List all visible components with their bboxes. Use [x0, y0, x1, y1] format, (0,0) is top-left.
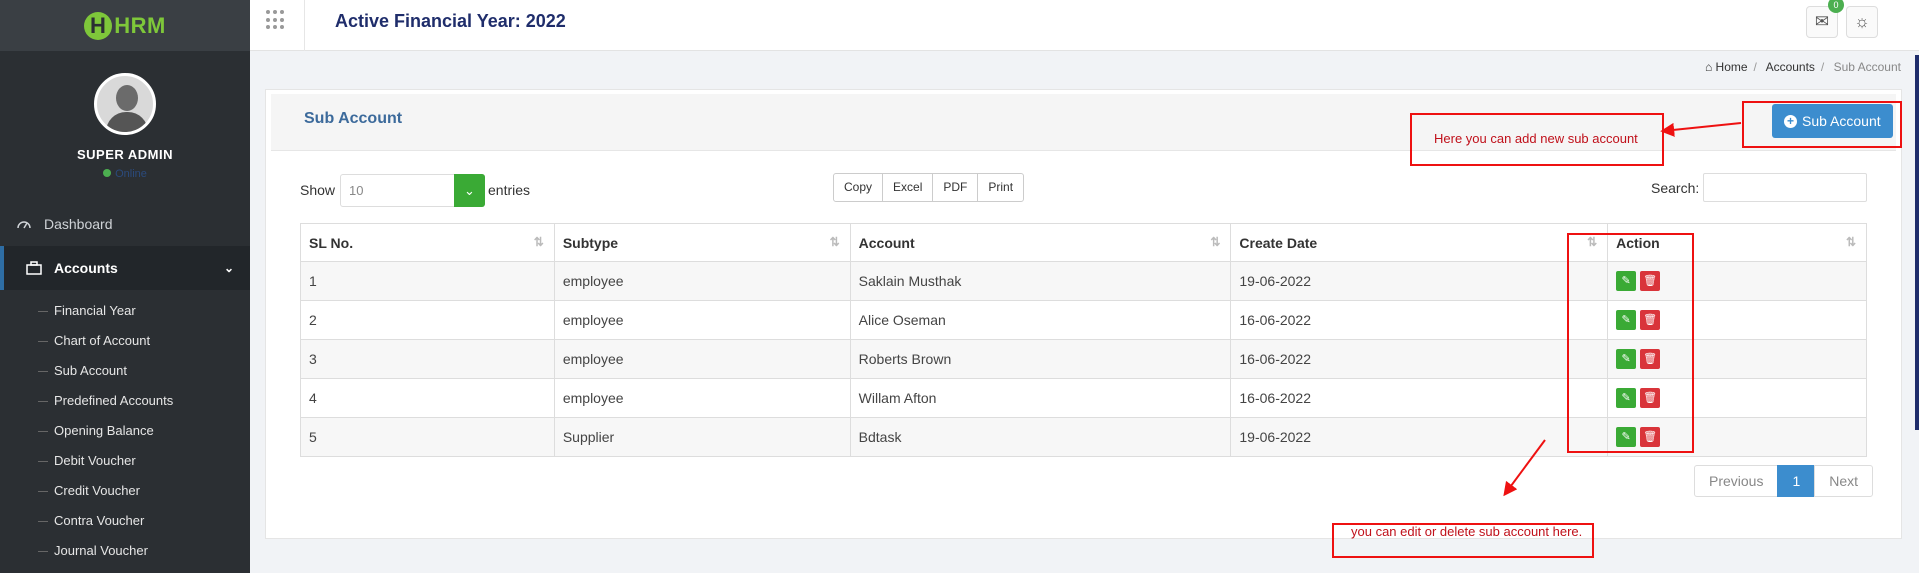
sidebar-subitem-sub-account[interactable]: Sub Account: [0, 356, 250, 386]
cell-account: Alice Oseman: [849, 300, 1232, 340]
cell-sl-no: 2: [300, 300, 555, 340]
online-status-label: Online: [115, 168, 147, 180]
cell-account: Saklain Musthak: [849, 261, 1232, 301]
sidebar-item-dashboard[interactable]: Dashboard: [0, 202, 250, 246]
column-header-subtype[interactable]: Subtype ⇅: [553, 223, 851, 262]
sort-asc-icon: ⇅: [533, 235, 544, 249]
sidebar-subitem-contra-voucher[interactable]: Contra Voucher: [0, 506, 250, 536]
search-input[interactable]: [1703, 173, 1867, 202]
profile: SUPER ADMIN Online: [0, 51, 250, 180]
entries-value: 10: [349, 183, 364, 198]
sort-icon: ⇅: [1845, 235, 1856, 249]
profile-name: SUPER ADMIN: [76, 147, 174, 162]
cell-create-date: 19-06-2022: [1230, 261, 1609, 301]
apps-grid-icon[interactable]: [266, 10, 286, 30]
cell-subtype: employee: [553, 300, 851, 340]
cell-sl-no: 3: [300, 339, 555, 379]
gear-icon[interactable]: ☼: [1846, 6, 1878, 38]
breadcrumb-current: Sub Account: [1833, 60, 1901, 74]
annotation-add-note: Here you can add new sub account: [1434, 131, 1638, 146]
cell-subtype: employee: [553, 378, 851, 418]
home-icon: ⌂: [1704, 60, 1713, 74]
header-label: SL No.: [309, 234, 354, 251]
show-label: Show: [300, 182, 336, 198]
entries-label: entries: [488, 182, 531, 198]
print-button[interactable]: Print: [977, 173, 1025, 202]
cell-create-date: 16-06-2022: [1230, 339, 1609, 379]
header-label: Create Date: [1239, 234, 1318, 251]
online-dot-icon: [103, 169, 112, 177]
entries-select[interactable]: 10 ⌄: [340, 174, 485, 207]
avatar: [94, 73, 156, 135]
logo-bar: H HRM: [0, 0, 250, 51]
sidebar-item-label: Accounts: [54, 260, 118, 276]
cell-create-date: 16-06-2022: [1230, 300, 1609, 340]
topbar: Active Financial Year: 2022 ✉ 0 ☼: [250, 0, 1919, 51]
excel-button[interactable]: Excel: [882, 173, 934, 202]
cell-account: Willam Afton: [849, 378, 1232, 418]
accounts-submenu: Financial Year Chart of Account Sub Acco…: [0, 296, 250, 566]
breadcrumb-home[interactable]: Home: [1716, 60, 1748, 74]
sidebar-item-label: Dashboard: [44, 216, 113, 232]
previous-page-button[interactable]: Previous: [1694, 465, 1779, 497]
search-label: Search:: [1651, 180, 1700, 196]
breadcrumb: ⌂ Home / Accounts / Sub Account: [1704, 60, 1901, 74]
briefcase-icon: [26, 261, 42, 275]
cell-create-date: 19-06-2022: [1230, 417, 1609, 457]
cell-sl-no: 1: [300, 261, 555, 301]
sort-icon: ⇅: [1210, 235, 1221, 249]
scrollbar[interactable]: [1915, 55, 1919, 430]
annotation-edit-note: you can edit or delete sub account here.: [1351, 524, 1583, 539]
sidebar-subitem-chart-of-account[interactable]: Chart of Account: [0, 326, 250, 356]
online-status: Online: [0, 168, 250, 180]
pdf-button[interactable]: PDF: [932, 173, 979, 202]
next-page-button[interactable]: Next: [1814, 465, 1874, 497]
page-title: Active Financial Year: 2022: [335, 11, 566, 31]
topbar-divider: [304, 0, 305, 51]
sidebar-subitem-financial-year[interactable]: Financial Year: [0, 296, 250, 326]
page-1-button[interactable]: 1: [1777, 465, 1816, 497]
dashboard-icon: [17, 221, 31, 229]
annotation-box-actions: [1567, 233, 1694, 453]
cell-create-date: 16-06-2022: [1230, 378, 1609, 418]
mail-badge: 0: [1828, 0, 1844, 13]
copy-button[interactable]: Copy: [833, 173, 884, 202]
header-label: Subtype: [562, 234, 619, 251]
logo-text: HRM: [114, 12, 166, 38]
column-header-account[interactable]: Account ⇅: [849, 223, 1232, 262]
annotation-box-add-button: [1742, 101, 1902, 148]
chevron-down-icon: ⌄: [454, 174, 485, 207]
cell-subtype: Supplier: [553, 417, 851, 457]
header-label: Account: [858, 234, 915, 251]
panel-title: Sub Account: [304, 110, 403, 127]
cell-subtype: employee: [553, 261, 851, 301]
sidebar-subitem-credit-voucher[interactable]: Credit Voucher: [0, 476, 250, 506]
cell-sl-no: 4: [300, 378, 555, 418]
column-header-create-date[interactable]: Create Date ⇅: [1230, 223, 1609, 262]
cell-account: Roberts Brown: [849, 339, 1232, 379]
pagination: Previous 1 Next: [1694, 465, 1874, 497]
column-header-sl-no[interactable]: SL No. ⇅: [300, 223, 555, 262]
breadcrumb-accounts[interactable]: Accounts: [1766, 60, 1815, 74]
sidebar-subitem-opening-balance[interactable]: Opening Balance: [0, 416, 250, 446]
cell-account: Bdtask: [849, 417, 1232, 457]
sidebar-subitem-debit-voucher[interactable]: Debit Voucher: [0, 446, 250, 476]
export-buttons: Copy Excel PDF Print: [833, 173, 1025, 202]
sidebar-subitem-predefined-accounts[interactable]: Predefined Accounts: [0, 386, 250, 416]
logo-mark: H: [84, 11, 113, 40]
sidebar-subitem-journal-voucher[interactable]: Journal Voucher: [0, 536, 250, 566]
cell-sl-no: 5: [300, 417, 555, 457]
sidebar: H HRM SUPER ADMIN Online Dashboard Accoun…: [0, 0, 250, 573]
sort-icon: ⇅: [829, 235, 840, 249]
app-logo[interactable]: H HRM: [84, 11, 166, 40]
chevron-down-icon: ⌄: [223, 261, 234, 275]
sidebar-item-accounts[interactable]: Accounts ⌄: [0, 246, 250, 290]
cell-subtype: employee: [553, 339, 851, 379]
